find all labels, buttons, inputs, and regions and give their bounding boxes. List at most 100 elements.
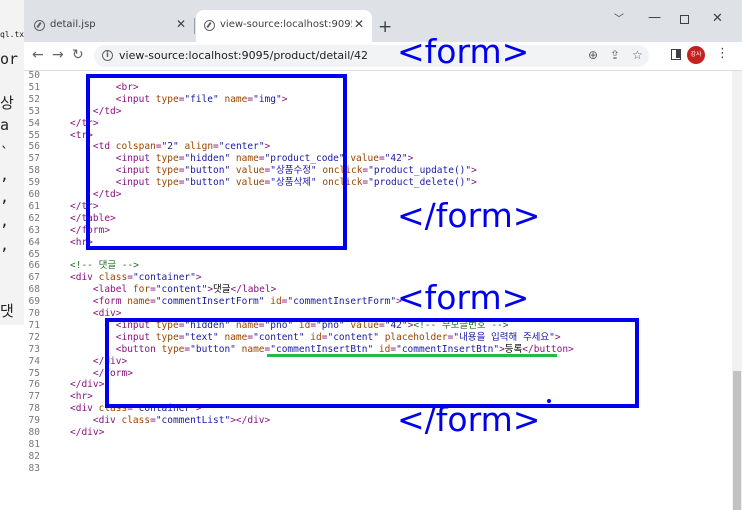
line-number: 63 [28, 224, 40, 236]
line-number: 71 [28, 319, 40, 331]
code-token: <form [70, 296, 128, 308]
minimize-icon[interactable]: — [648, 10, 661, 26]
source-line: 79 <div class="commentList"></div> [24, 415, 732, 427]
annotation-form-open-2: <form> [397, 278, 530, 317]
code-token: for [132, 284, 151, 296]
code-token: 댓글 [213, 284, 231, 296]
line-code: </div> [70, 379, 104, 391]
line-number: 52 [28, 93, 40, 105]
avatar[interactable]: 강사 [687, 46, 705, 64]
code-token: value [344, 153, 379, 165]
side-panel-icon[interactable] [671, 49, 681, 60]
line-number: 53 [28, 105, 40, 117]
line-code: </div> [70, 427, 104, 439]
line-code: <label for="content">댓글</label> [70, 284, 276, 296]
line-number: 77 [28, 391, 40, 403]
vertical-scrollbar[interactable] [732, 71, 742, 510]
address-bar[interactable]: i view-source:localhost:9095/product/det… [94, 45, 649, 67]
line-number: 70 [28, 308, 40, 319]
scrollbar-thumb[interactable] [733, 371, 741, 510]
source-line: 68 <label for="content">댓글</label> [24, 284, 732, 296]
code-token: "commentInsertForm" [155, 296, 265, 308]
source-line: 69 <form name="commentInsertForm" id="co… [24, 296, 732, 308]
line-number: 72 [28, 331, 40, 343]
code-token: class [121, 415, 151, 427]
annotation-box-first-form [86, 74, 347, 250]
code-token: > [471, 165, 477, 177]
line-number: 74 [28, 355, 40, 367]
code-token: "commentInsertForm" [287, 296, 397, 308]
background-text-row: or [0, 50, 19, 68]
background-text-row: , [0, 212, 10, 230]
plus-icon[interactable]: + [378, 18, 392, 36]
line-code: <div class="container"> [70, 272, 202, 284]
kebab-menu-icon[interactable]: ⋮ [716, 46, 729, 62]
share-icon[interactable]: ⇪ [610, 47, 620, 63]
code-token: "content" [155, 284, 208, 296]
maximize-icon[interactable] [680, 15, 689, 24]
line-number: 83 [28, 462, 40, 474]
line-number: 66 [28, 260, 40, 272]
chevron-down-icon[interactable]: ﹀ [614, 12, 624, 28]
line-number: 78 [28, 403, 40, 415]
source-line: 82 [24, 451, 732, 463]
arrow-left-icon[interactable]: ← [32, 47, 44, 63]
background-window: ql.txor상a`,,,,댓PrP -loCoCoPrPr1 [0, 0, 25, 510]
close-icon[interactable]: ✕ [354, 17, 364, 31]
code-token: "commentList" [155, 415, 231, 427]
background-text-row: ql.tx [0, 30, 24, 39]
background-window-panel [0, 325, 24, 510]
annotation-form-close-2: </form> [397, 400, 541, 439]
tab-title: view-source:localhost:9095/prod [220, 19, 352, 30]
line-number: 82 [28, 450, 40, 462]
code-token: ></div> [230, 415, 271, 427]
line-number: 64 [28, 236, 40, 248]
background-text-row: 댓 [0, 302, 14, 320]
background-text-row: 상 [0, 94, 14, 112]
line-number: 65 [28, 248, 40, 260]
line-number: 51 [28, 81, 40, 93]
annotation-underline [267, 354, 557, 357]
arrow-right-icon[interactable]: → [52, 47, 64, 63]
zoom-icon[interactable]: ⊕ [588, 47, 598, 63]
code-token: "42" [384, 153, 408, 165]
code-token: <!-- 댓글 --> [70, 260, 139, 272]
info-icon[interactable]: i [102, 50, 113, 61]
window-close-icon[interactable]: ✕ [712, 11, 723, 27]
globe-icon [204, 20, 215, 31]
annotation-dot [547, 399, 551, 403]
line-number: 55 [28, 129, 40, 141]
line-code: <div class="commentList"></div> [70, 415, 270, 427]
annotation-form-close-1: </form> [397, 196, 541, 235]
line-code: <form name="commentInsertForm" id="comme… [70, 296, 402, 308]
tab-separator [194, 18, 195, 34]
code-token: <div [70, 403, 99, 415]
line-number: 81 [28, 438, 40, 450]
reload-icon[interactable]: ↻ [72, 47, 84, 63]
background-text-row: ` [0, 144, 10, 162]
code-token: <div [70, 272, 99, 284]
star-icon[interactable]: ☆ [632, 47, 643, 63]
line-number: 61 [28, 200, 40, 212]
tab-view-source[interactable]: view-source:localhost:9095/prod ✕ [196, 10, 372, 42]
source-line: 65 [24, 249, 732, 261]
browser-window: detail.jsp ✕ view-source:localhost:9095/… [24, 0, 742, 510]
line-number: 62 [28, 212, 40, 224]
code-token: </label> [230, 284, 277, 296]
code-token: > [195, 272, 202, 284]
line-number: 69 [28, 296, 40, 308]
close-icon[interactable]: ✕ [176, 17, 186, 31]
line-code: <!-- 댓글 --> [70, 260, 139, 272]
tab-detail-jsp[interactable]: detail.jsp ✕ [26, 10, 194, 42]
background-text-row: , [0, 236, 10, 254]
address-toolbar: ← → ↻ i view-source:localhost:9095/produ… [24, 42, 742, 71]
background-text-row: a [0, 116, 10, 134]
code-token: name [127, 296, 151, 308]
code-token: <hr> [70, 391, 93, 403]
code-token: > [407, 153, 414, 165]
url-text[interactable]: view-source:localhost:9095/product/detai… [119, 49, 368, 62]
code-token: </div> [70, 427, 105, 438]
line-number: 58 [28, 165, 40, 177]
line-number: 56 [28, 141, 40, 153]
code-token: <div [70, 415, 122, 427]
